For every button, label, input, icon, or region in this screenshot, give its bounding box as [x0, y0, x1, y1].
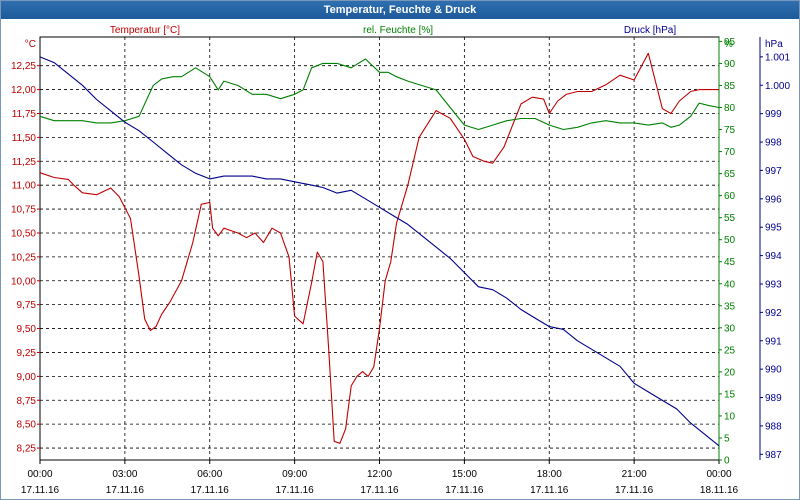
x-tick-label: 12:00: [367, 469, 392, 480]
x-tick-date: 17.11.16: [615, 485, 654, 496]
temp-tick-label: 10,00: [11, 276, 36, 287]
x-tick-date: 17.11.16: [530, 485, 569, 496]
temperature-axis-label: Temperatur [°C]: [110, 25, 180, 36]
temp-tick-label: 8,75: [17, 396, 37, 407]
temp-tick-label: 10,50: [11, 228, 36, 239]
x-tick-date: 18.11.16: [700, 485, 739, 496]
temp-tick-label: 10,25: [11, 252, 36, 263]
pressure-tick-label: 992: [765, 308, 782, 319]
pressure-tick-label: 987: [765, 450, 782, 461]
chart: 00:00 17.11.16 03:00 17.11.16 06:00 17.11.16 0…: [11, 25, 790, 496]
pressure-tick-label: 997: [765, 166, 782, 177]
humidity-tick-label: 70: [724, 147, 736, 158]
humidity-tick-label: 25: [724, 345, 736, 356]
temp-tick-label: 9,25: [17, 348, 37, 359]
pressure-tick-label: 1.001: [765, 52, 790, 63]
pressure-tick-label: 999: [765, 109, 782, 120]
humidity-tick-label: 85: [724, 81, 736, 92]
humidity-tick-label: 75: [724, 125, 736, 136]
x-tick-date: 17.11.16: [276, 485, 315, 496]
humidity-tick-label: 60: [724, 191, 736, 202]
temp-unit: °C: [25, 39, 36, 50]
humidity-tick-label: 35: [724, 301, 736, 312]
humidity-axis-label: rel. Feuchte [%]: [363, 25, 433, 36]
x-tick-label: 18:00: [537, 469, 562, 480]
grid: [40, 37, 719, 460]
humidity-tick-label: 45: [724, 257, 736, 268]
temp-tick-label: 8,25: [17, 444, 37, 455]
pressure-axis-label: Druck [hPa]: [624, 25, 676, 36]
x-tick-label: 00:00: [27, 469, 52, 480]
x-tick-date: 17.11.16: [21, 485, 60, 496]
pressure-tick-label: 993: [765, 279, 782, 290]
pressure-tick-label: 988: [765, 421, 782, 432]
humidity-tick-label: 30: [724, 323, 736, 334]
temp-tick-label: 9,75: [17, 300, 37, 311]
pressure-tick-label: 995: [765, 223, 782, 234]
pressure-unit: hPa: [765, 39, 783, 50]
humidity-tick-label: 10: [724, 411, 736, 422]
x-tick-date: 17.11.16: [360, 485, 399, 496]
x-tick-label: 15:00: [452, 469, 477, 480]
humidity-tick-label: 15: [724, 389, 736, 400]
pressure-tick-label: 994: [765, 251, 782, 262]
x-tick-label: 09:00: [282, 469, 307, 480]
temp-tick-label: 11,50: [12, 133, 37, 144]
pressure-tick-label: 991: [765, 336, 782, 347]
humidity-tick-label: 5: [724, 433, 730, 444]
temp-tick-label: 11,75: [12, 109, 37, 120]
pressure-tick-label: 998: [765, 138, 782, 149]
pressure-tick-label: 990: [765, 365, 782, 376]
x-tick-label: 03:00: [112, 469, 137, 480]
temp-tick-label: 12,25: [11, 61, 36, 72]
humidity-tick-label: 90: [724, 59, 736, 70]
temp-tick-label: 10,75: [11, 205, 36, 216]
pressure-tick-label: 989: [765, 393, 782, 404]
humidity-unit: %: [724, 39, 733, 50]
humidity-tick-label: 80: [724, 103, 736, 114]
temp-tick-label: 12,00: [11, 85, 36, 96]
humidity-tick-label: 50: [724, 235, 736, 246]
temp-tick-label: 8,50: [17, 420, 37, 431]
x-tick-label: 21:00: [622, 469, 647, 480]
x-tick-date: 17.11.16: [106, 485, 145, 496]
x-tick-date: 17.11.16: [445, 485, 484, 496]
x-tick-label: 06:00: [197, 469, 222, 480]
humidity-tick-label: 0: [724, 456, 730, 467]
humidity-tick-label: 20: [724, 367, 736, 378]
humidity-tick-label: 55: [724, 213, 736, 224]
temp-tick-label: 9,00: [17, 372, 37, 383]
temp-tick-label: 9,50: [17, 324, 37, 335]
x-tick-date: 17.11.16: [191, 485, 230, 496]
axis-labels: 00:00 17.11.16 03:00 17.11.16 06:00 17.11.16 0…: [11, 25, 790, 496]
temp-tick-label: 11,25: [12, 157, 37, 168]
humidity-tick-label: 65: [724, 169, 736, 180]
pressure-tick-label: 996: [765, 194, 782, 205]
pressure-tick-label: 1.000: [765, 81, 790, 92]
humidity-tick-label: 40: [724, 279, 736, 290]
x-tick-label: 00:00: [706, 469, 731, 480]
temp-tick-label: 11,00: [12, 181, 37, 192]
